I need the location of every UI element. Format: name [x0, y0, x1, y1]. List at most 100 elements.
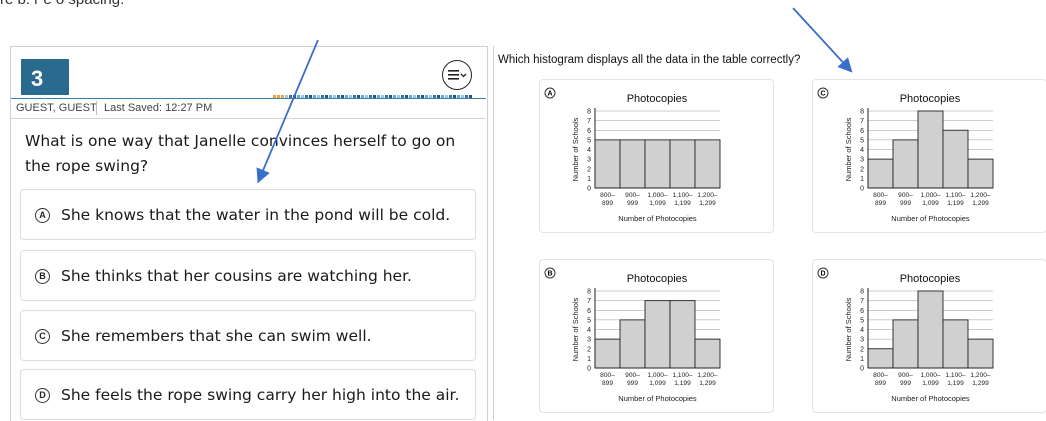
y-tick-label: 6	[860, 308, 864, 315]
x-tick-label: 1,000–	[647, 372, 668, 379]
y-tick-label: 2	[587, 166, 591, 173]
y-tick-label: 1	[587, 176, 591, 183]
last-saved: Last Saved: 12:27 PM	[104, 102, 213, 114]
x-tick-label: 800–	[600, 372, 615, 379]
menu-icon	[448, 70, 467, 80]
x-tick-label: 1,100–	[945, 192, 966, 199]
x-tick-label: 1,100–	[672, 372, 693, 379]
histogram-chart: C Photocopies 0 1 2 3 4 5 6 7 8 800–899 900–999 1,000…	[817, 87, 994, 223]
y-tick-label: 3	[587, 337, 591, 344]
y-tick-label: 1	[860, 176, 864, 183]
cropped-header-text: re b. r e o spacing.	[0, 0, 124, 8]
x-tick-label: 1,199	[674, 380, 691, 387]
y-axis-label: Number of Schools	[844, 297, 853, 361]
y-axis-label: Number of Schools	[571, 297, 580, 361]
option-c[interactable]: C She remembers that she can swim well.	[20, 310, 476, 361]
histogram-bar	[917, 110, 944, 189]
x-tick-label: 1,199	[947, 380, 964, 387]
y-tick-label: 7	[587, 298, 591, 305]
x-tick-label: 999	[900, 200, 911, 207]
option-text: She feels the rope swing carry her high …	[61, 386, 460, 404]
histogram-chart: D Photocopies 0 1 2 3 4 5 6 7 8 800–899 900–999 1,000…	[817, 267, 994, 403]
y-tick-label: 6	[587, 308, 591, 315]
x-tick-label: 899	[875, 200, 886, 207]
y-axis-label: Number of Schools	[844, 117, 853, 181]
histogram-bar	[669, 300, 696, 369]
chart-title: Photocopies	[627, 93, 688, 105]
x-axis-label: Number of Photocopies	[891, 394, 970, 403]
y-tick-label: 7	[587, 118, 591, 125]
x-tick-label: 1,200–	[970, 192, 991, 199]
x-tick-label: 1,000–	[647, 192, 668, 199]
histogram-option-b[interactable]: B Photocopies 0 1 2 3 4 5 6 7 8 800– 899 900– 999 1,000…	[539, 259, 774, 413]
y-tick-label: 5	[860, 317, 864, 324]
histogram-chart: B Photocopies 0 1 2 3 4 5 6 7 8 800–899 900–999 1,000…	[544, 267, 721, 403]
x-tick-label: 1,200–	[697, 192, 718, 199]
chart-title: Photocopies	[900, 273, 961, 285]
histogram-bar	[594, 338, 621, 369]
x-tick-label: 899	[875, 380, 886, 387]
x-tick-label: 1,100–	[945, 372, 966, 379]
y-tick-label: 8	[860, 289, 864, 296]
y-tick-label: 4	[587, 327, 591, 334]
y-tick-label: 1	[860, 356, 864, 363]
y-tick-label: 8	[587, 289, 591, 296]
y-tick-label: 4	[860, 327, 864, 334]
question-text: What is one way that Janelle convinces h…	[25, 132, 456, 175]
histogram-option-c[interactable]: C Photocopies 0 1 2 3 4 5 6 7 8 800– 899 900– 999 1,000…	[812, 79, 1046, 233]
x-tick-label: 999	[627, 200, 638, 207]
x-axis-label: Number of Photocopies	[618, 214, 697, 223]
y-tick-label: 6	[587, 128, 591, 135]
option-letter-icon: C	[35, 329, 50, 344]
chart-letter: D	[820, 271, 825, 278]
x-tick-label: 900–	[625, 192, 640, 199]
histogram-prompt: Which histogram displays all the data in…	[498, 54, 801, 66]
option-text: She knows that the water in the pond wil…	[61, 206, 451, 224]
histogram-option-d[interactable]: D Photocopies 0 1 2 3 4 5 6 7 8 800– 899 900– 999 1,000…	[812, 259, 1046, 413]
y-tick-label: 7	[860, 298, 864, 305]
x-tick-label: 899	[602, 380, 613, 387]
histogram-bar	[967, 158, 994, 189]
histogram-bar	[694, 139, 721, 189]
histogram-bar	[644, 300, 671, 369]
histogram-bar	[594, 139, 621, 189]
question-pane: 3 GUEST, GUEST Last Saved: 12:27 PM What…	[10, 46, 488, 421]
x-tick-label: 1,099	[922, 200, 939, 207]
histogram-bar	[619, 319, 646, 369]
x-tick-label: 1,099	[649, 380, 666, 387]
y-tick-label: 3	[860, 337, 864, 344]
histogram-bar	[669, 139, 696, 189]
chart-title: Photocopies	[900, 93, 961, 105]
histogram-option-a[interactable]: A Photocopies 0 1 2 3 4 5 6 7 8 800– 899 900– 999 1,000…	[539, 79, 774, 233]
user-name: GUEST, GUEST	[16, 102, 97, 114]
option-b[interactable]: B She thinks that her cousins are watchi…	[20, 250, 476, 301]
x-tick-label: 1,299	[972, 380, 989, 387]
option-a[interactable]: A She knows that the water in the pond w…	[20, 189, 476, 240]
chart-letter: A	[547, 91, 552, 98]
option-d[interactable]: D She feels the rope swing carry her hig…	[20, 369, 476, 420]
y-tick-label: 0	[587, 186, 591, 193]
x-tick-label: 1,000–	[920, 372, 941, 379]
x-tick-label: 900–	[898, 192, 913, 199]
histogram-bar	[942, 319, 969, 369]
y-tick-label: 4	[860, 147, 864, 154]
y-tick-label: 3	[587, 157, 591, 164]
x-tick-label: 800–	[873, 192, 888, 199]
y-tick-label: 5	[587, 137, 591, 144]
histogram-bar	[892, 139, 919, 189]
x-tick-label: 999	[627, 380, 638, 387]
menu-button[interactable]	[442, 60, 472, 90]
x-tick-label: 900–	[625, 372, 640, 379]
option-letter-icon: A	[35, 208, 50, 223]
histogram-bar	[867, 158, 894, 189]
histogram-bar	[644, 139, 671, 189]
y-tick-label: 2	[860, 346, 864, 353]
y-tick-label: 2	[587, 346, 591, 353]
histogram-bar	[892, 319, 919, 369]
y-tick-label: 3	[860, 157, 864, 164]
y-axis-label: Number of Schools	[571, 117, 580, 181]
option-text: She thinks that her cousins are watching…	[61, 267, 412, 285]
x-tick-label: 1,199	[947, 200, 964, 207]
y-tick-label: 5	[860, 137, 864, 144]
y-tick-label: 7	[860, 118, 864, 125]
